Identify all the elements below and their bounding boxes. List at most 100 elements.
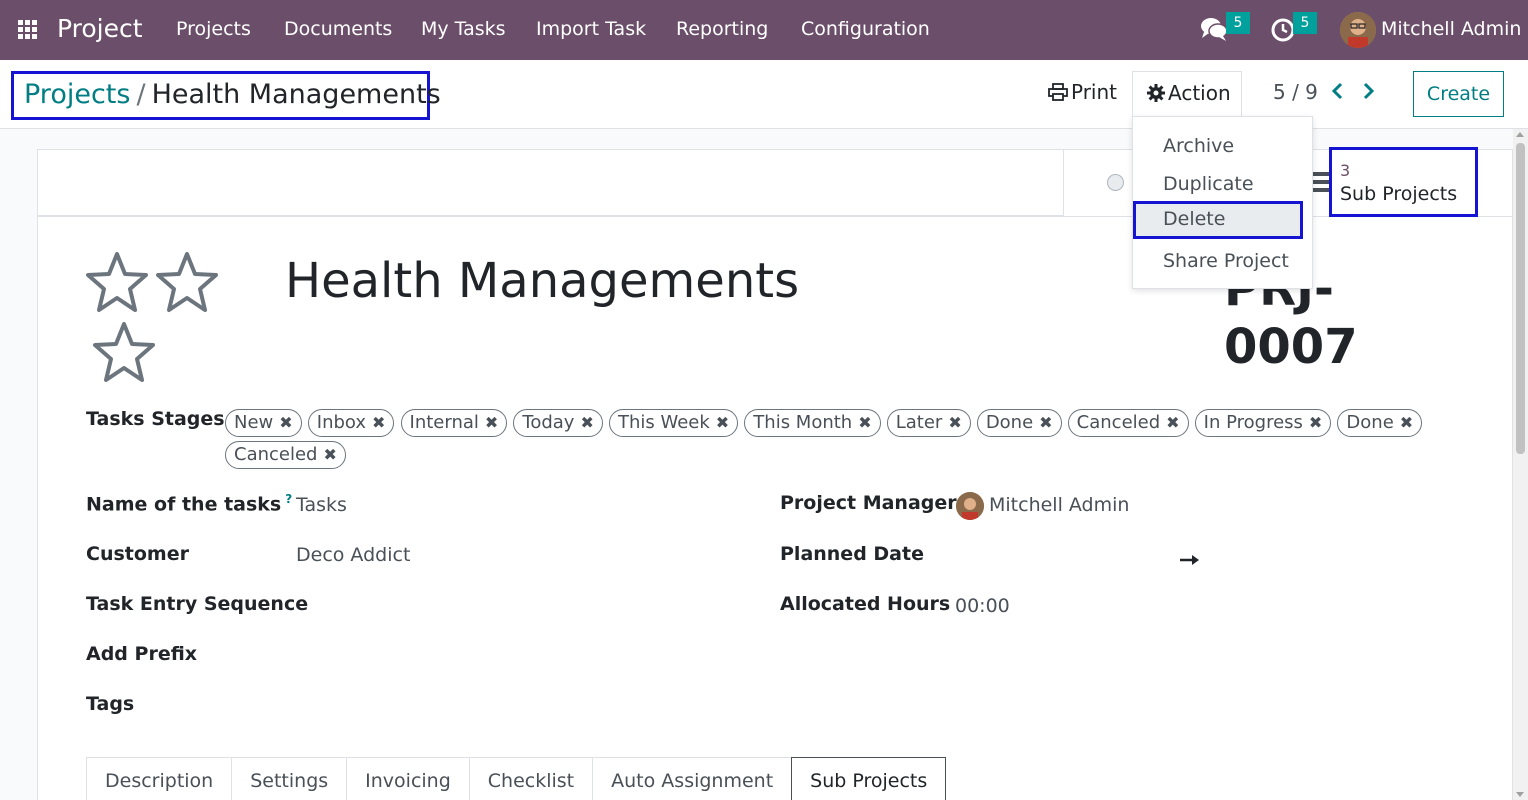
tab-sub-projects[interactable]: Sub Projects: [791, 757, 947, 800]
name-of-tasks-label-text: Name of the tasks: [86, 493, 282, 516]
stage-tag-label: New: [234, 412, 274, 433]
breadcrumb-separator: /: [136, 79, 146, 110]
tags-label: Tags: [86, 693, 135, 715]
stage-tag-label: This Week: [617, 412, 710, 433]
printer-icon: [1048, 82, 1068, 106]
form-statusbar: [38, 150, 1064, 216]
stage-tag[interactable]: Done ✖: [1337, 409, 1423, 437]
remove-tag-icon[interactable]: ✖: [1166, 413, 1179, 432]
customer-input[interactable]: Deco Addict: [296, 544, 410, 566]
chevron-left-icon[interactable]: [1330, 82, 1344, 104]
remove-tag-icon[interactable]: ✖: [948, 413, 961, 432]
tab-invoicing[interactable]: Invoicing: [346, 757, 469, 800]
clock-icon[interactable]: [1271, 18, 1295, 46]
star-icon[interactable]: [92, 320, 156, 388]
stage-tag-label: Done: [985, 412, 1034, 433]
stage-tag[interactable]: Done ✖: [976, 409, 1062, 437]
stage-tag[interactable]: In Progress ✖: [1194, 409, 1332, 437]
stage-tag-label: Done: [1346, 412, 1394, 433]
project-title[interactable]: Health Managements: [285, 253, 799, 309]
menu-documents[interactable]: Documents: [284, 18, 392, 40]
tab-checklist[interactable]: Checklist: [468, 757, 593, 800]
allocated-hours-input[interactable]: 00:00: [955, 595, 1010, 617]
menu-item-share-project[interactable]: Share Project: [1133, 243, 1312, 281]
help-tooltip-icon[interactable]: ?: [285, 492, 292, 506]
manager-avatar: [956, 492, 984, 520]
remove-tag-icon[interactable]: ✖: [1400, 413, 1413, 432]
sub-projects-smart-button[interactable]: 3 Sub Projects: [1329, 147, 1478, 217]
remove-tag-icon[interactable]: ✖: [858, 413, 871, 432]
app-brand[interactable]: Project: [57, 14, 143, 43]
messages-count-badge: 5: [1226, 12, 1250, 34]
create-button[interactable]: Create: [1413, 71, 1504, 117]
page-scrollbar[interactable]: [1513, 129, 1528, 800]
stage-tag[interactable]: Internal ✖: [400, 409, 508, 437]
allocated-hours-label: Allocated Hours: [780, 593, 951, 615]
stage-tag[interactable]: This Week ✖: [608, 409, 739, 437]
project-manager-input[interactable]: Mitchell Admin: [989, 494, 1129, 516]
arrow-right-icon: [1180, 547, 1200, 572]
hamburger-icon[interactable]: [1312, 172, 1330, 194]
user-avatar[interactable]: [1340, 12, 1376, 48]
stage-tag[interactable]: Later ✖: [886, 409, 971, 437]
user-name[interactable]: Mitchell Admin: [1381, 18, 1521, 40]
chat-icon[interactable]: [1200, 16, 1228, 46]
remove-tag-icon[interactable]: ✖: [716, 413, 729, 432]
print-label: Print: [1071, 80, 1118, 104]
stage-tag[interactable]: Today ✖: [513, 409, 603, 437]
remove-tag-icon[interactable]: ✖: [323, 445, 336, 464]
menu-configuration[interactable]: Configuration: [801, 18, 930, 40]
stage-tag[interactable]: Canceled ✖: [1067, 409, 1189, 437]
tasks-stages-tags[interactable]: New ✖ Inbox ✖ Internal ✖ Today ✖ This Week ✖ …: [225, 409, 1455, 473]
stage-tag-label: Canceled: [1076, 412, 1161, 433]
stage-tag[interactable]: This Month ✖: [744, 409, 881, 437]
stage-tag-label: Canceled: [234, 444, 318, 465]
name-of-tasks-input[interactable]: Tasks: [296, 494, 347, 516]
pager-value[interactable]: 5 / 9: [1273, 80, 1318, 104]
stage-tag-label: This Month: [753, 412, 853, 433]
gear-icon: [1147, 83, 1165, 107]
stage-tag-label: In Progress: [1203, 412, 1303, 433]
remove-tag-icon[interactable]: ✖: [1309, 413, 1322, 432]
remove-tag-icon[interactable]: ✖: [580, 413, 593, 432]
menu-item-delete[interactable]: Delete: [1133, 201, 1303, 239]
print-button[interactable]: Print: [1048, 80, 1117, 106]
remove-tag-icon[interactable]: ✖: [372, 413, 385, 432]
chevron-right-icon[interactable]: [1362, 82, 1376, 104]
sub-projects-label: Sub Projects: [1340, 183, 1458, 205]
apps-grid-icon[interactable]: [18, 20, 38, 40]
action-dropdown-menu: Archive Duplicate Delete Share Project: [1132, 116, 1313, 289]
stage-tag[interactable]: Inbox ✖: [307, 409, 395, 437]
remove-tag-icon[interactable]: ✖: [485, 413, 498, 432]
radio-button[interactable]: [1107, 174, 1124, 191]
breadcrumb-projects-link[interactable]: Projects: [24, 79, 130, 110]
scroll-down-arrow-icon[interactable]: [1516, 792, 1524, 797]
menu-projects[interactable]: Projects: [176, 18, 251, 40]
menu-item-archive[interactable]: Archive: [1133, 128, 1312, 166]
stage-tag[interactable]: New ✖: [225, 409, 302, 437]
scroll-thumb[interactable]: [1516, 143, 1525, 454]
activities-count-badge: 5: [1293, 12, 1317, 34]
remove-tag-icon[interactable]: ✖: [279, 413, 292, 432]
project-manager-label: Project Manager: [780, 492, 957, 514]
remove-tag-icon[interactable]: ✖: [1039, 413, 1052, 432]
stage-tag-label: Inbox: [316, 412, 367, 433]
tab-auto-assignment[interactable]: Auto Assignment: [592, 757, 792, 800]
notebook-tabs: Description Settings Invoicing Checklist…: [86, 757, 947, 800]
stage-tag[interactable]: Canceled ✖: [225, 441, 346, 469]
scroll-up-arrow-icon[interactable]: [1516, 132, 1524, 137]
menu-my-tasks[interactable]: My Tasks: [421, 18, 506, 40]
menu-reporting[interactable]: Reporting: [676, 18, 768, 40]
star-icon[interactable]: [85, 250, 149, 318]
sub-projects-count: 3: [1340, 161, 1351, 180]
breadcrumb: Projects / Health Managements: [11, 71, 441, 120]
menu-import-task[interactable]: Import Task: [536, 18, 646, 40]
stage-tag-label: Later: [895, 412, 943, 433]
tab-settings[interactable]: Settings: [231, 757, 347, 800]
action-button[interactable]: Action: [1132, 71, 1242, 121]
star-icon[interactable]: [155, 250, 219, 318]
name-of-tasks-label: Name of the tasks?: [86, 492, 292, 515]
menu-item-duplicate[interactable]: Duplicate: [1133, 166, 1312, 204]
tasks-stages-label: Tasks Stages: [86, 408, 225, 430]
tab-description[interactable]: Description: [86, 757, 232, 800]
